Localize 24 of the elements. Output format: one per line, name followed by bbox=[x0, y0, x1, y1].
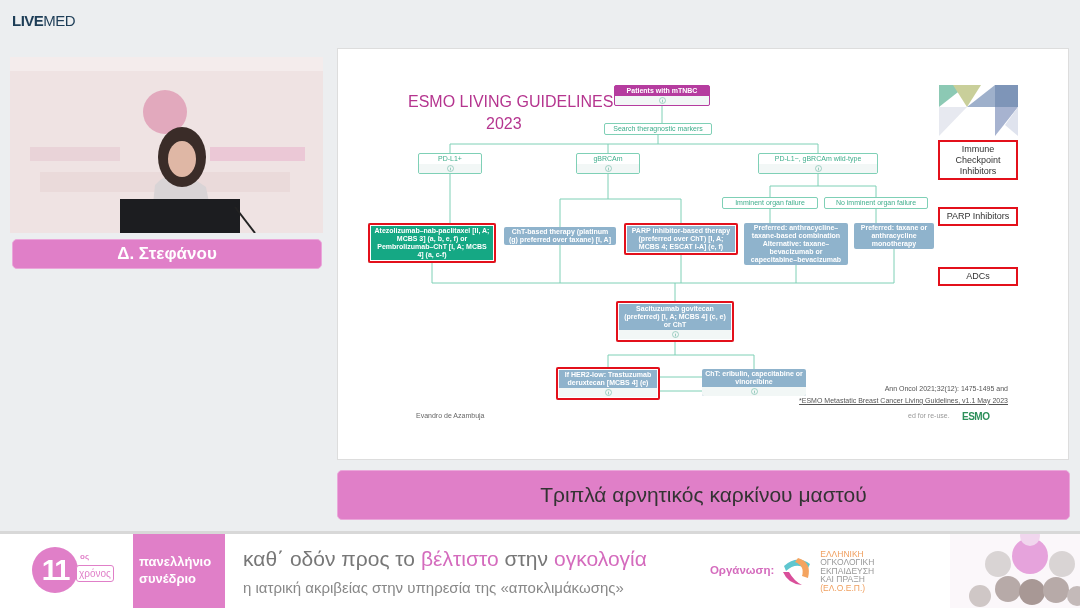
connector-line bbox=[449, 173, 451, 224]
event-tagline: καθ΄ οδόν προς το βέλτιστο στην ογκολογία bbox=[243, 546, 647, 572]
badge-label: χρόνος bbox=[76, 565, 114, 582]
swirl-logo-icon bbox=[783, 558, 811, 585]
connector-line bbox=[769, 208, 771, 224]
connector-line bbox=[659, 390, 703, 392]
slide-caption: Τριπλά αρνητικός καρκίνου μαστού bbox=[337, 470, 1070, 520]
esmo-logo: ESMO bbox=[962, 410, 990, 424]
slide-subtitle: 2023 bbox=[486, 116, 522, 132]
event-block: πανελλήνιο συνέδριο bbox=[133, 534, 225, 608]
category-label: PARP Inhibitors bbox=[938, 207, 1018, 226]
connector-line bbox=[875, 208, 877, 224]
slide-title: ESMO LIVING GUIDELINES bbox=[408, 94, 614, 110]
organizer-label: Οργάνωση: bbox=[709, 563, 775, 579]
event-subtitle: η ιατρική ακριβείας στην υπηρεσία της «αποκλιμάκωσης» bbox=[243, 577, 625, 598]
category-label: ADCs bbox=[938, 267, 1018, 286]
connector-line bbox=[659, 376, 703, 378]
category-label: Immune Checkpoint Inhibitors bbox=[938, 140, 1018, 181]
badge-suffix: ος bbox=[80, 551, 90, 563]
organizer-name: ΕΛΛΗΝΙΚΗ ΟΓΚΟΛΟΓΙΚΗ ΕΚΠΑΙΔΕΥΣΗ ΚΑΙ ΠΡΑΞΗ (ΕΛ.Ο.Ε.Π.) bbox=[820, 549, 875, 593]
anniversary-badge: 11 bbox=[32, 547, 78, 593]
brand-logo: LIVEMED bbox=[12, 12, 76, 29]
speaker-name: Δ. Στεφάνου bbox=[12, 239, 322, 269]
connector-line bbox=[661, 105, 663, 124]
